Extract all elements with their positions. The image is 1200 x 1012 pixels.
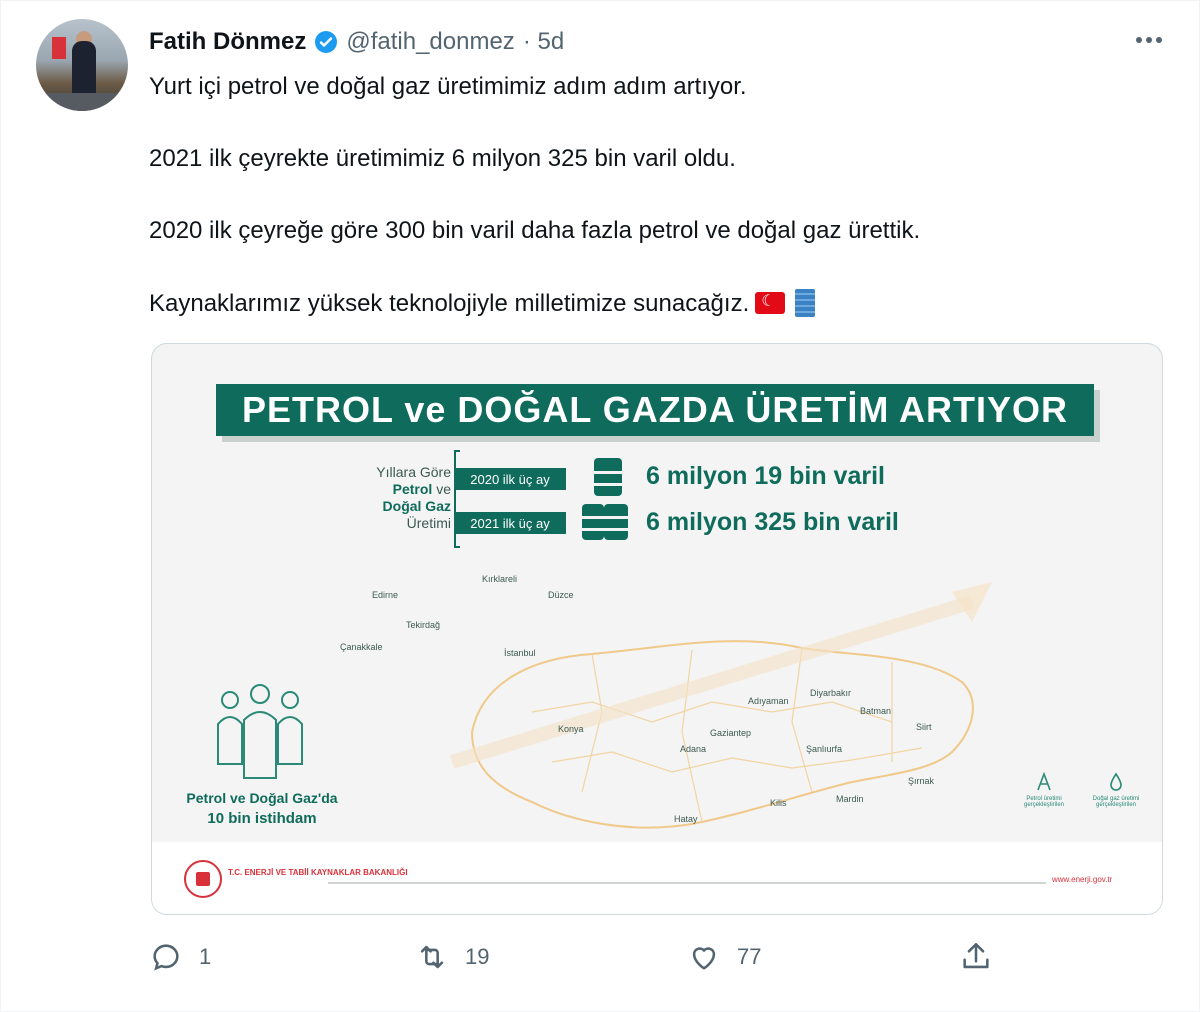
period-2020: 2020 ilk üç ay (454, 468, 566, 490)
side-label-line4: Üretimi (406, 515, 451, 531)
avatar-flag (52, 37, 66, 59)
oil-barrel-icon (795, 289, 816, 317)
city-label: Kırklareli (482, 574, 518, 584)
share-icon (963, 942, 989, 969)
employment-line1: Petrol ve Doğal Gaz'da (186, 790, 338, 806)
tweet-time[interactable]: · 5d (523, 28, 564, 56)
legend-oil: Petrol üretimi gerçekleştirilen (1023, 796, 1065, 808)
side-label-line3: Doğal Gaz (382, 498, 451, 514)
verified-badge-icon (315, 31, 338, 53)
barrel-icon (604, 504, 628, 540)
more-options-icon[interactable] (1129, 25, 1169, 55)
city-label: Batman (860, 706, 892, 716)
tweet-text-line-3: 2020 ilk çeyreğe göre 300 bin varil daha… (149, 217, 921, 244)
workers-icon (217, 684, 303, 779)
tweet-header: Fatih Dönmez @fatih_donmez · 5d (149, 27, 564, 57)
city-label: Adıyaman (748, 696, 789, 706)
retweet-icon (420, 945, 444, 969)
gas-drop-icon (1110, 772, 1122, 791)
city-label: Tekirdağ (406, 620, 441, 630)
author-handle[interactable]: @fatih_donmez (346, 28, 514, 56)
footer-divider (328, 882, 1046, 884)
tweet-media-image[interactable]: PETROL ve DOĞAL GAZDA ÜRETİM ARTIYOR Yıl… (151, 343, 1163, 915)
turkey-flag-icon (755, 291, 786, 314)
share-button[interactable] (959, 939, 993, 975)
avatar-figure (72, 41, 96, 99)
city-label: Edirne (372, 590, 399, 600)
tweet-text-line-4-text: Kaynaklarımız yüksek teknolojiyle millet… (149, 290, 750, 317)
like-count: 77 (737, 944, 762, 969)
city-label: Şırnak (908, 776, 935, 786)
city-label: Adana (680, 744, 707, 754)
infographic-footer: T.C. ENERJİ VE TABİİ KAYNAKLAR BAKANLIĞI… (152, 842, 1162, 914)
amount-2020: 6 milyon 19 bin varil (646, 462, 885, 490)
ministry-website: www.enerji.gov.tr (1052, 875, 1113, 884)
author-name[interactable]: Fatih Dönmez (149, 28, 306, 56)
tweet-card[interactable]: Fatih Dönmez @fatih_donmez · 5d Yurt içi… (0, 0, 1200, 1012)
retweet-button[interactable]: 19 (415, 939, 489, 975)
infographic-banner: PETROL ve DOĞAL GAZDA ÜRETİM ARTIYOR (216, 384, 1094, 436)
city-label: İstanbul (504, 648, 536, 658)
city-label: Kilis (770, 798, 787, 808)
oil-derrick-icon (1037, 772, 1051, 791)
amount-2021: 6 milyon 325 bin varil (646, 508, 899, 536)
turkey-map (449, 582, 992, 829)
ministry-name: T.C. ENERJİ VE TABİİ KAYNAKLAR BAKANLIĞI (228, 868, 408, 877)
like-button[interactable]: 77 (687, 939, 761, 975)
city-label: Diyarbakır (810, 688, 852, 698)
city-label: Çanakkale (340, 642, 383, 652)
city-label: Şanlıurfa (806, 744, 843, 754)
side-label-line2b: ve (436, 481, 451, 497)
city-label: Mardin (836, 794, 864, 804)
reply-button[interactable]: 1 (149, 939, 211, 975)
side-label-line1: Yıllara Göre (376, 464, 451, 480)
tweet-text-line-2: 2021 ilk çeyrekte üretimimiz 6 milyon 32… (149, 145, 736, 172)
legend-gas: Doğal gaz üretimi gerçekleştirilen (1092, 796, 1140, 808)
reply-icon (153, 944, 179, 971)
city-label: Konya (558, 724, 584, 734)
side-label-line2: Petrol (392, 481, 433, 497)
reply-count: 1 (199, 944, 212, 969)
city-label: Hatay (674, 814, 698, 824)
retweet-count: 19 (465, 944, 490, 969)
tweet-text-line-4: Kaynaklarımız yüksek teknolojiyle millet… (149, 289, 816, 318)
tweet-text-line-1: Yurt içi petrol ve doğal gaz üretimimiz … (149, 73, 747, 100)
ministry-seal-icon (184, 860, 222, 898)
city-label: Gaziantep (710, 728, 752, 738)
city-label: Siirt (916, 722, 932, 732)
city-label: Düzce (548, 590, 574, 600)
avatar-road (36, 93, 128, 111)
production-side-label: Yıllara Göre Petrol ve Doğal Gaz Üretimi (347, 464, 451, 532)
employment-line2: 10 bin istihdam (207, 810, 317, 827)
period-2021: 2021 ilk üç ay (454, 512, 566, 534)
barrel-icon (582, 504, 604, 540)
barrel-icon (594, 458, 622, 496)
heart-icon (692, 947, 716, 970)
avatar[interactable] (36, 19, 128, 111)
